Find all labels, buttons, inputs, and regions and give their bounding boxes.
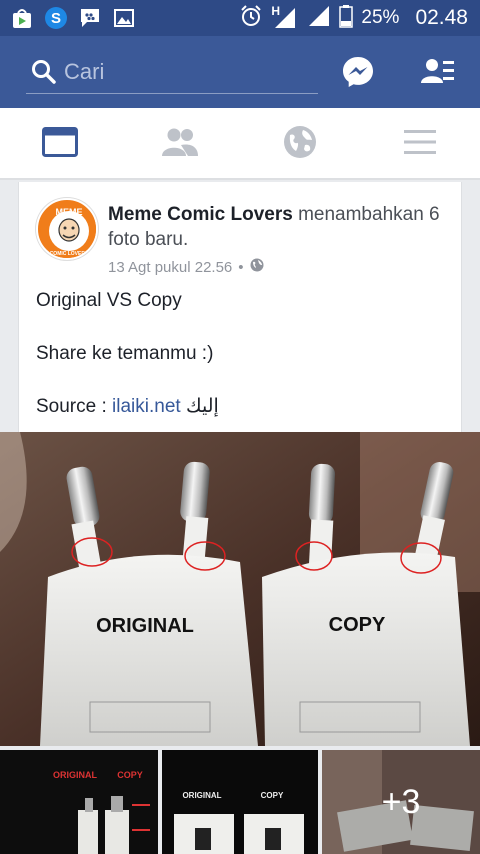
post-header: Meme Comic Lovers menambahkan 6 foto bar… (108, 202, 453, 252)
alarm-icon (239, 4, 263, 33)
skype-icon: S (44, 6, 68, 30)
post-photo-thumb-more[interactable]: +3 (322, 750, 480, 854)
globe-icon (283, 125, 317, 164)
tab-notifications[interactable] (240, 108, 360, 180)
network-type-label: H (271, 4, 281, 18)
post-text-line-1: Original VS Copy (36, 290, 182, 311)
tab-news-feed[interactable] (0, 108, 120, 180)
friends-icon (161, 127, 199, 162)
battery-percent: 25% (361, 7, 400, 28)
post-photo-main[interactable]: ORIGINAL COPY (0, 432, 480, 746)
thumb2-original-label: ORIGINAL (182, 791, 221, 800)
more-photos-count: +3 (322, 750, 480, 854)
post-photo-thumb-1[interactable]: ORIGINAL COPY (0, 750, 158, 854)
post-text-line-2: Share ke temanmu :) (36, 343, 214, 364)
meta-separator: • (238, 258, 244, 276)
tab-bar (0, 108, 480, 180)
thumb1-copy-label: COPY (117, 770, 143, 780)
post-timestamp[interactable]: 13 Agt pukul 22.56 (108, 259, 232, 276)
clock: 02.48 (415, 6, 468, 29)
menu-icon (403, 128, 437, 161)
network-signal-icon: H (271, 4, 299, 30)
post-text-source: Source : ilaiki.net إليك (36, 395, 219, 418)
play-store-icon (10, 6, 34, 30)
avatar-top-text: MEME (56, 207, 83, 217)
search-input[interactable] (64, 58, 304, 85)
page-avatar[interactable]: MEME COMIC LOVERS (36, 198, 98, 260)
tab-more[interactable] (360, 108, 480, 180)
original-label: ORIGINAL (96, 615, 194, 637)
messenger-button[interactable] (338, 54, 378, 94)
thumb1-original-label: ORIGINAL (53, 770, 98, 780)
battery-icon (339, 4, 354, 33)
page-name-link[interactable]: Meme Comic Lovers (108, 204, 293, 225)
thumb2-copy-label: COPY (261, 791, 284, 800)
source-arabic: إليك (185, 396, 219, 417)
feed-post: MEME COMIC LOVERS Meme Comic Lovers mena… (18, 182, 462, 432)
post-meta: 13 Agt pukul 22.56 • (108, 258, 264, 276)
news-feed-icon (42, 126, 78, 162)
copy-label: COPY (329, 614, 386, 636)
bbm-icon (78, 6, 102, 30)
messenger-icon (341, 55, 375, 94)
tab-friend-requests[interactable] (120, 108, 240, 180)
friends-list-button[interactable] (418, 54, 458, 94)
gallery-icon (112, 6, 136, 30)
status-bar: S H 25% 02.48 (0, 0, 480, 36)
public-globe-icon (250, 258, 264, 276)
avatar-bottom-text: COMIC LOVERS (50, 251, 89, 257)
app-header (0, 36, 480, 108)
source-label: Source : (36, 396, 113, 417)
search-bar[interactable] (26, 50, 318, 94)
signal-strength-icon (307, 4, 331, 33)
search-icon (30, 58, 58, 86)
svg-text:S: S (51, 10, 61, 27)
contacts-icon (421, 57, 455, 92)
source-link[interactable]: ilaiki.net (112, 396, 181, 417)
post-photo-thumb-2[interactable]: ORIGINAL COPY (162, 750, 318, 854)
